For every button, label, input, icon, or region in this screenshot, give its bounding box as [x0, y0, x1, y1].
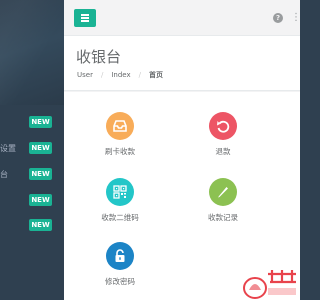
more-icon[interactable]: ⋮ [291, 12, 301, 24]
sidebar-profile-header [0, 0, 64, 105]
refund-tile[interactable]: 退款 [188, 112, 258, 162]
tile-label: 刷卡收款 [105, 147, 135, 156]
tile-label: 收款记录 [208, 213, 238, 222]
unlock-icon [106, 242, 134, 270]
pencil-icon [209, 178, 237, 206]
tile-label: 退款 [215, 147, 231, 156]
top-navbar: ? ⋮ [64, 0, 301, 36]
watermark-logo [238, 268, 300, 300]
card-payment-tile[interactable]: 刷卡收款 [85, 112, 155, 162]
change-password-tile[interactable]: 修改密码 [85, 242, 155, 292]
new-badge: NEW [29, 194, 52, 206]
breadcrumb: User / Index / 首页 [77, 71, 163, 79]
new-badge: NEW [29, 116, 52, 128]
page-title: 收银台 [76, 48, 122, 66]
tile-label: 收款二维码 [101, 213, 139, 222]
page-heading: 收银台 User / Index / 首页 [64, 36, 300, 91]
new-badge: NEW [29, 142, 52, 154]
inbox-icon [106, 112, 134, 140]
sidebar-item-label: 设置 [0, 144, 16, 153]
sidebar: NEW 设置 NEW 台 NEW NEW NEW [0, 0, 64, 300]
new-badge: NEW [29, 219, 52, 231]
new-badge: NEW [29, 168, 52, 180]
payment-records-tile[interactable]: 收款记录 [188, 178, 258, 228]
undo-icon [209, 112, 237, 140]
qrcode-tile[interactable]: 收款二维码 [85, 178, 155, 228]
sidebar-item-2[interactable]: 设置 NEW [0, 137, 64, 163]
breadcrumb-item-user[interactable]: User [77, 71, 93, 79]
tile-label: 修改密码 [105, 277, 135, 286]
sidebar-item-5[interactable]: NEW [0, 214, 64, 240]
sidebar-item-label: 台 [0, 170, 8, 179]
qrcode-icon [106, 178, 134, 206]
hamburger-icon [81, 14, 89, 16]
breadcrumb-item-home: 首页 [148, 71, 163, 79]
help-icon[interactable]: ? [273, 13, 283, 23]
sidebar-item-4[interactable]: NEW [0, 189, 64, 215]
menu-toggle-button[interactable] [74, 9, 96, 27]
breadcrumb-item-index[interactable]: Index [111, 71, 130, 79]
content-area: ? ⋮ 收银台 User / Index / 首页 刷卡收款 退款 收款二维码 … [64, 0, 301, 300]
sidebar-item-3[interactable]: 台 NEW [0, 163, 64, 189]
sidebar-item-1[interactable]: NEW [0, 111, 64, 137]
